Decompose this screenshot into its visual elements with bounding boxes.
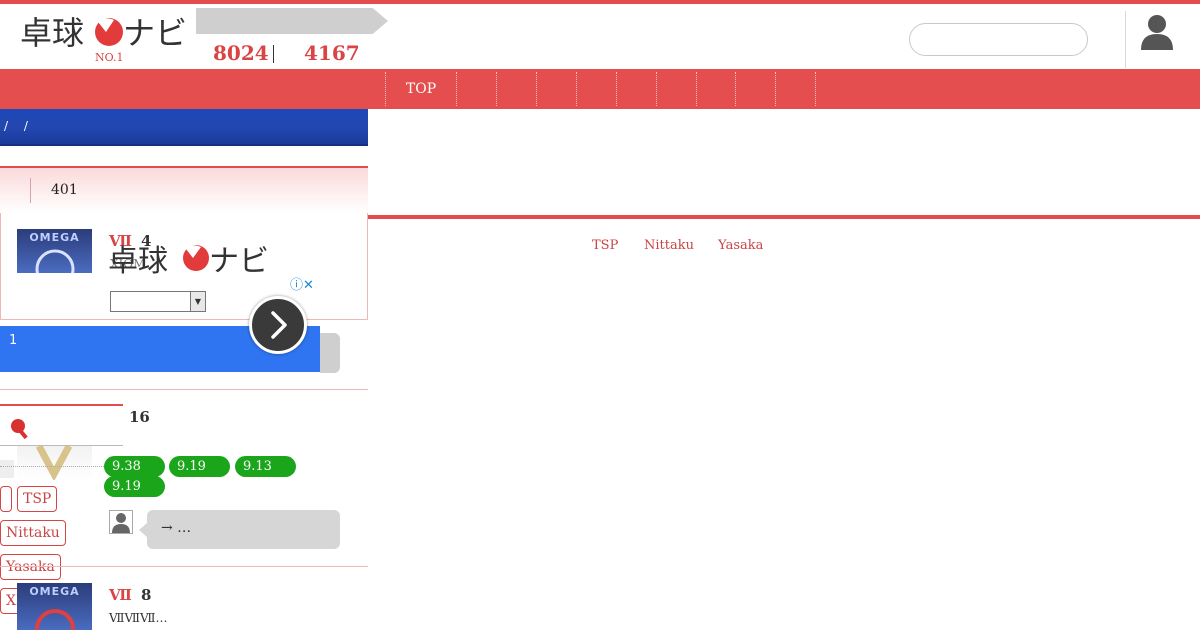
side-stub: [0, 460, 14, 478]
racket-icon: [11, 419, 28, 440]
brand-tag-tsp[interactable]: TSP: [17, 486, 58, 512]
review-comment-text: → …: [161, 520, 192, 536]
nav-item-10[interactable]: [775, 72, 815, 106]
chevron-down-icon[interactable]: ▼: [190, 292, 205, 311]
list-separator: [0, 389, 368, 390]
brand-tag-nittaku[interactable]: Nittaku: [0, 520, 66, 546]
nav-item-5[interactable]: [576, 72, 616, 106]
brand-link-nittaku[interactable]: Nittaku: [644, 238, 694, 253]
brand-tag-yasaka[interactable]: Yasaka: [0, 554, 61, 580]
nav-item-2[interactable]: [456, 72, 496, 106]
nav-item-11[interactable]: [815, 72, 816, 106]
ad-banner-edge: [320, 333, 340, 373]
header-banner-arrow[interactable]: [196, 8, 388, 34]
nav-item-8[interactable]: [696, 72, 735, 106]
ad-next-button[interactable]: [249, 296, 307, 354]
breadcrumb[interactable]: / /: [4, 119, 34, 133]
logo-tagline: NO.1: [95, 51, 124, 64]
ad-logo-text-2: ナビ: [209, 244, 269, 279]
rubber-graphic-icon: [35, 609, 75, 630]
logo-text-part-2: ナビ: [123, 14, 187, 52]
nav-item-7[interactable]: [656, 72, 696, 106]
nav-item-4[interactable]: [536, 72, 576, 106]
list-separator: [0, 566, 368, 567]
content-divider: [368, 215, 1200, 219]
header-divider: [1125, 11, 1126, 68]
rank-number: 16: [129, 408, 150, 426]
brand-tag[interactable]: [0, 486, 12, 512]
dotted-divider: [0, 466, 104, 467]
rank-number: 8: [141, 586, 152, 604]
user-account-icon[interactable]: [1140, 14, 1174, 50]
brand-link-yasaka[interactable]: Yasaka: [718, 238, 763, 253]
top-accent-line: [0, 0, 1200, 4]
ad-dropdown[interactable]: ▼: [110, 291, 206, 312]
v-logo-icon: [35, 446, 73, 480]
logo-text-part-1: 卓球: [20, 14, 84, 52]
nav-item-3[interactable]: [496, 72, 536, 106]
reviewer-avatar: [109, 510, 133, 534]
stat-count-1: 8024: [213, 41, 269, 65]
stat-divider: [273, 45, 274, 63]
main-nav: TOP: [0, 69, 1200, 109]
brand-link-tsp[interactable]: TSP: [592, 238, 618, 253]
nav-item-top[interactable]: TOP: [385, 72, 456, 106]
user-avatar-icon: [112, 513, 130, 533]
nav-item-9[interactable]: [735, 72, 775, 106]
review-comment-bubble[interactable]: → …: [139, 510, 340, 549]
search-input[interactable]: [909, 23, 1088, 56]
stat-count-2: 4167: [304, 41, 360, 65]
ad-info-close-icon[interactable]: ⓘ✕: [290, 274, 320, 293]
product-thumbnail[interactable]: OMEGA: [17, 229, 92, 273]
rank-badge: Ⅶ: [109, 586, 132, 604]
product-thumbnail[interactable]: OMEGA: [17, 583, 92, 630]
ad-logo-text-1: 卓球: [108, 244, 168, 279]
result-count: 401: [51, 182, 78, 198]
product-thumbnail[interactable]: [17, 446, 92, 480]
score-pill: 9.13: [235, 456, 296, 477]
score-pill: 9.38: [104, 456, 165, 477]
ad-banner-text: 1: [9, 333, 17, 348]
chevron-right-icon: [271, 311, 287, 339]
racket-category-box[interactable]: [0, 404, 123, 446]
count-divider: [30, 178, 31, 203]
rubber-graphic-icon: [35, 249, 75, 273]
score-pill: 9.19: [169, 456, 230, 477]
item-subtitle: ⅦⅦⅦ…: [109, 611, 168, 625]
category-header-bar: [0, 109, 368, 146]
nav-item-6[interactable]: [616, 72, 656, 106]
ad-logo[interactable]: 卓球 ナビ: [108, 240, 273, 280]
score-pill: 9.19: [104, 476, 165, 497]
